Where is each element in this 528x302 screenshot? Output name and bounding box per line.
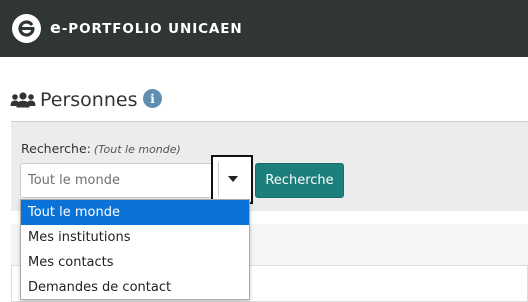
toggle-inner: [218, 162, 246, 197]
search-button[interactable]: Recherche: [255, 163, 344, 198]
chevron-down-icon: [228, 176, 238, 182]
page-heading: Personnes: [10, 88, 137, 112]
info-icon[interactable]: i: [143, 89, 162, 108]
site-brand[interactable]: e-PORTFOLIO UNICAEN: [50, 18, 243, 37]
select-current-value: Tout le monde: [28, 173, 121, 188]
search-label-text: Recherche:: [21, 141, 91, 156]
brand-prefix: e: [50, 18, 62, 37]
dropdown-option-mes-contacts[interactable]: Mes contacts: [21, 250, 249, 275]
dropdown-option-mes-institutions[interactable]: Mes institutions: [21, 225, 249, 250]
page-title: Personnes: [40, 89, 138, 111]
dropdown-option-tout-le-monde[interactable]: Tout le monde: [21, 200, 249, 225]
select-dropdown-toggle[interactable]: [211, 155, 253, 204]
eportfolio-e-logo-icon[interactable]: [12, 14, 41, 43]
filter-dropdown-list: Tout le monde Mes institutions Mes conta…: [20, 199, 250, 300]
top-navbar: e-PORTFOLIO UNICAEN: [0, 0, 528, 57]
search-filter-hint: (Tout le monde): [93, 143, 181, 156]
brand-name: -PORTFOLIO UNICAEN: [61, 21, 243, 37]
dropdown-option-demandes-de-contact[interactable]: Demandes de contact: [21, 275, 249, 300]
search-label: Recherche: (Tout le monde): [21, 141, 181, 156]
people-icon: [10, 92, 36, 108]
